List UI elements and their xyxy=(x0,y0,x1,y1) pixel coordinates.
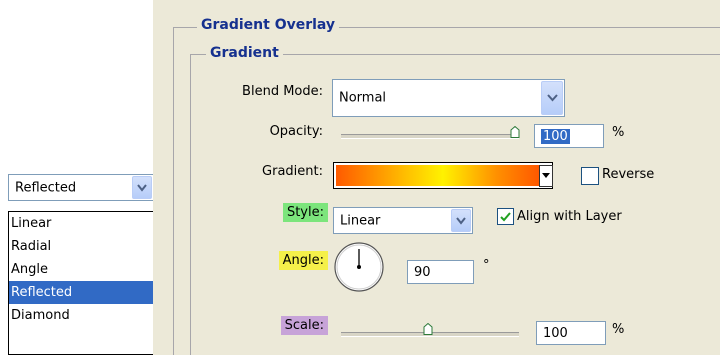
reverse-label: Reverse xyxy=(602,167,655,182)
style-select-value: Reflected xyxy=(15,180,77,195)
scale-slider-thumb[interactable] xyxy=(423,323,433,335)
opacity-input[interactable]: 100 xyxy=(534,124,604,148)
angle-dial[interactable] xyxy=(333,241,385,293)
section-title: Gradient Overlay xyxy=(197,17,340,33)
gradient-dropdown-button[interactable] xyxy=(539,165,553,187)
style-option-reflected[interactable]: Reflected xyxy=(9,281,153,304)
scale-label: Scale: xyxy=(280,316,328,335)
angle-unit: ° xyxy=(483,258,490,273)
style-label: Style: xyxy=(282,203,328,222)
opacity-unit: % xyxy=(612,125,625,140)
checkmark-icon xyxy=(500,211,511,221)
style-option-linear[interactable]: Linear xyxy=(9,212,153,235)
chevron-down-icon[interactable] xyxy=(451,209,471,232)
blend-mode-value: Normal xyxy=(339,90,387,106)
style-select[interactable]: Linear xyxy=(333,207,473,234)
reverse-checkbox[interactable] xyxy=(581,167,599,185)
style-option-diamond[interactable]: Diamond xyxy=(9,304,153,327)
style-select-closed[interactable]: Reflected xyxy=(8,174,154,201)
scale-unit: % xyxy=(612,322,625,337)
group-border-left xyxy=(173,27,174,355)
style-option-radial[interactable]: Radial xyxy=(9,235,153,258)
align-with-layer-checkbox[interactable] xyxy=(497,208,514,225)
align-with-layer-label: Align with Layer xyxy=(517,209,622,224)
opacity-value: 100 xyxy=(541,128,570,144)
scale-value: 100 xyxy=(543,325,568,341)
style-options-list[interactable]: Linear Radial Angle Reflected Diamond xyxy=(8,211,154,355)
angle-input[interactable]: 90 xyxy=(407,260,474,284)
caret-down-icon xyxy=(542,173,550,178)
angle-value: 90 xyxy=(414,264,431,280)
subsection-title: Gradient xyxy=(206,45,283,61)
angle-label: Angle: xyxy=(278,251,328,270)
opacity-label: Opacity: xyxy=(269,124,323,139)
gradient-label: Gradient: xyxy=(262,164,323,179)
chevron-down-icon[interactable] xyxy=(132,176,152,199)
gradient-overlay-panel: Gradient Overlay Gradient Blend Mode: No… xyxy=(153,0,720,355)
scale-input[interactable]: 100 xyxy=(536,321,606,345)
blend-mode-select[interactable]: Normal xyxy=(332,79,565,117)
blend-mode-label: Blend Mode: xyxy=(242,84,323,99)
style-option-angle[interactable]: Angle xyxy=(9,258,153,281)
gradient-picker[interactable] xyxy=(333,162,553,189)
subgroup-border-left xyxy=(190,54,191,355)
gradient-swatch[interactable] xyxy=(336,165,550,186)
opacity-slider-thumb[interactable] xyxy=(510,126,520,138)
opacity-slider-track[interactable] xyxy=(341,134,519,139)
chevron-down-icon[interactable] xyxy=(541,81,563,115)
style-value: Linear xyxy=(340,213,381,228)
